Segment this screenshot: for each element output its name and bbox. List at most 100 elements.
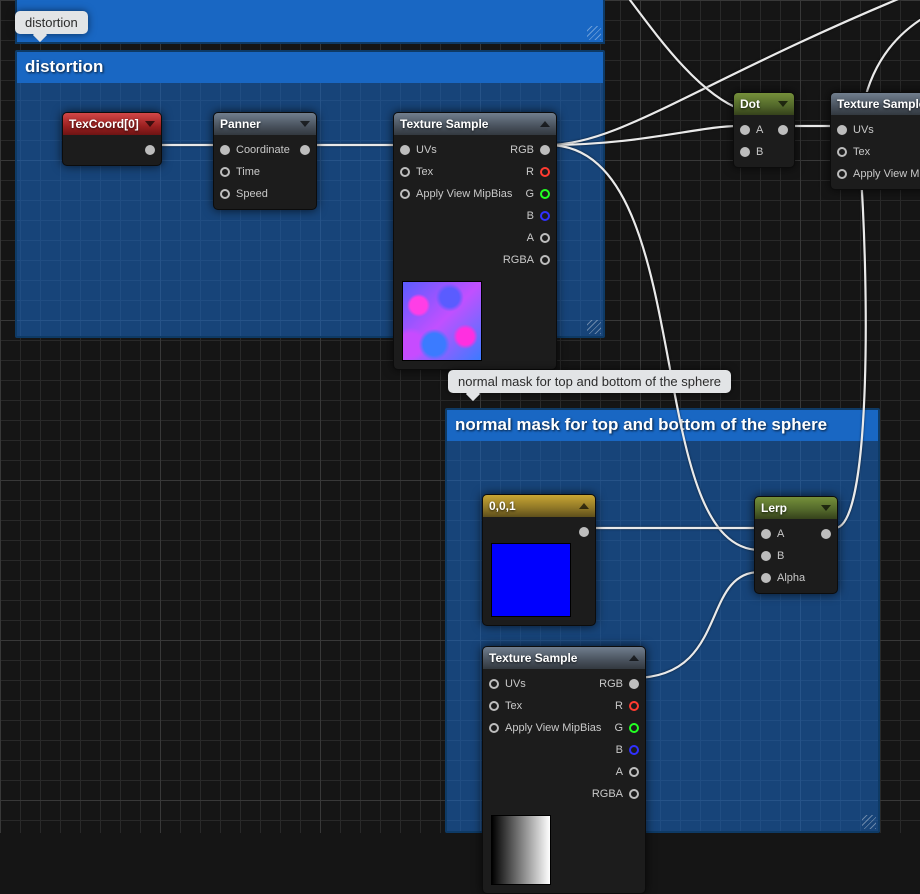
comment-title-distortion[interactable]: distortion xyxy=(17,52,603,83)
node-title: Panner xyxy=(220,117,294,131)
node-constant3vector[interactable]: 0,0,1 xyxy=(482,494,596,626)
pin-in-time[interactable] xyxy=(220,167,230,177)
texture-thumbnail[interactable] xyxy=(402,281,482,361)
node-texture-sample-3[interactable]: Texture Sample UVs RGB Tex R Apply View … xyxy=(482,646,646,894)
chevron-down-icon[interactable] xyxy=(300,121,310,127)
node-title: Dot xyxy=(740,97,772,111)
pin-label: Tex xyxy=(416,166,433,178)
node-lerp[interactable]: Lerp A B Alpha xyxy=(754,496,838,594)
pin-label: RGBA xyxy=(592,788,623,800)
pin-out-r[interactable] xyxy=(629,701,639,711)
pin-label: A xyxy=(777,528,784,540)
pin-label: Apply View MipBias xyxy=(416,188,512,200)
pin-label: Speed xyxy=(236,188,268,200)
resize-grip-icon[interactable] xyxy=(587,26,601,40)
pin-in-a[interactable] xyxy=(740,125,750,135)
node-title: Texture Sample xyxy=(489,651,623,665)
node-title: 0,0,1 xyxy=(489,499,573,513)
node-header[interactable]: Lerp xyxy=(755,497,837,519)
pin-in-mipbias[interactable] xyxy=(837,169,847,179)
pin-label: Coordinate xyxy=(236,144,290,156)
pin-in-tex[interactable] xyxy=(489,701,499,711)
pin-label: UVs xyxy=(505,678,526,690)
pin-in-uvs[interactable] xyxy=(489,679,499,689)
pin-out[interactable] xyxy=(300,145,310,155)
pin-in-uvs[interactable] xyxy=(837,125,847,135)
pin-out-g[interactable] xyxy=(540,189,550,199)
pin-label: Apply View MipBias xyxy=(505,722,601,734)
node-texture-sample-1[interactable]: Texture Sample UVs RGB Tex R Apply View … xyxy=(393,112,557,370)
node-header[interactable]: TexCoord[0] xyxy=(63,113,161,135)
pin-out-b[interactable] xyxy=(629,745,639,755)
pin-in-coordinate[interactable] xyxy=(220,145,230,155)
pin-in-a[interactable] xyxy=(761,529,771,539)
node-title: Lerp xyxy=(761,501,815,515)
pin-label: G xyxy=(525,188,534,200)
pin-label: G xyxy=(614,722,623,734)
node-title: Texture Sample xyxy=(837,97,920,111)
pin-label: Alpha xyxy=(777,572,805,584)
pin-in-mipbias[interactable] xyxy=(489,723,499,733)
pin-out[interactable] xyxy=(778,125,788,135)
pin-label: A xyxy=(616,766,623,778)
pin-in-uvs[interactable] xyxy=(400,145,410,155)
pin-label: RGB xyxy=(510,144,534,156)
pin-in-b[interactable] xyxy=(740,147,750,157)
pin-in-tex[interactable] xyxy=(400,167,410,177)
node-texcoord[interactable]: TexCoord[0] xyxy=(62,112,162,166)
pin-label: A xyxy=(756,124,763,136)
node-header[interactable]: Dot xyxy=(734,93,794,115)
pin-out-rgb[interactable] xyxy=(629,679,639,689)
node-panner[interactable]: Panner Coordinate Time Speed xyxy=(213,112,317,210)
pin-out-a[interactable] xyxy=(540,233,550,243)
pin-label: B xyxy=(777,550,784,562)
node-texture-sample-2[interactable]: Texture Sample UVs Tex Apply View MipBi xyxy=(830,92,920,190)
comment-title-mask[interactable]: normal mask for top and bottom of the sp… xyxy=(447,410,878,441)
chevron-up-icon[interactable] xyxy=(579,503,589,509)
resize-grip-icon[interactable] xyxy=(587,320,601,334)
pin-label: Time xyxy=(236,166,260,178)
comment-box-upper-edge[interactable] xyxy=(15,0,605,44)
pin-out-rgb[interactable] xyxy=(540,145,550,155)
pin-out-g[interactable] xyxy=(629,723,639,733)
chevron-up-icon[interactable] xyxy=(629,655,639,661)
pin-out-a[interactable] xyxy=(629,767,639,777)
node-header[interactable]: Texture Sample xyxy=(483,647,645,669)
chevron-down-icon[interactable] xyxy=(778,101,788,107)
pin-label: Tex xyxy=(505,700,522,712)
pin-label: B xyxy=(527,210,534,222)
pin-label: A xyxy=(527,232,534,244)
pin-in-mipbias[interactable] xyxy=(400,189,410,199)
pin-out-rgba[interactable] xyxy=(540,255,550,265)
node-title: TexCoord[0] xyxy=(69,117,139,131)
pin-label: UVs xyxy=(853,124,874,136)
chevron-down-icon[interactable] xyxy=(821,505,831,511)
pin-label: B xyxy=(756,146,763,158)
pin-in-speed[interactable] xyxy=(220,189,230,199)
pin-out[interactable] xyxy=(821,529,831,539)
pin-in-alpha[interactable] xyxy=(761,573,771,583)
color-swatch[interactable] xyxy=(491,543,571,617)
texture-thumbnail[interactable] xyxy=(491,815,551,885)
pin-out[interactable] xyxy=(145,145,155,155)
pin-in-b[interactable] xyxy=(761,551,771,561)
pin-label: UVs xyxy=(416,144,437,156)
node-header[interactable]: Texture Sample xyxy=(394,113,556,135)
pin-label: RGBA xyxy=(503,254,534,266)
pin-label: R xyxy=(526,166,534,178)
chevron-up-icon[interactable] xyxy=(540,121,550,127)
pin-label: Apply View MipBi xyxy=(853,168,920,180)
node-header[interactable]: Texture Sample xyxy=(831,93,920,115)
node-title: Texture Sample xyxy=(400,117,534,131)
pin-in-tex[interactable] xyxy=(837,147,847,157)
chevron-down-icon[interactable] xyxy=(145,121,155,127)
pin-label: B xyxy=(616,744,623,756)
pin-out-r[interactable] xyxy=(540,167,550,177)
pin-out-b[interactable] xyxy=(540,211,550,221)
pin-out-rgba[interactable] xyxy=(629,789,639,799)
node-header[interactable]: Panner xyxy=(214,113,316,135)
node-header[interactable]: 0,0,1 xyxy=(483,495,595,517)
resize-grip-icon[interactable] xyxy=(862,815,876,829)
node-dot[interactable]: Dot A B xyxy=(733,92,795,168)
pin-out[interactable] xyxy=(579,527,589,537)
